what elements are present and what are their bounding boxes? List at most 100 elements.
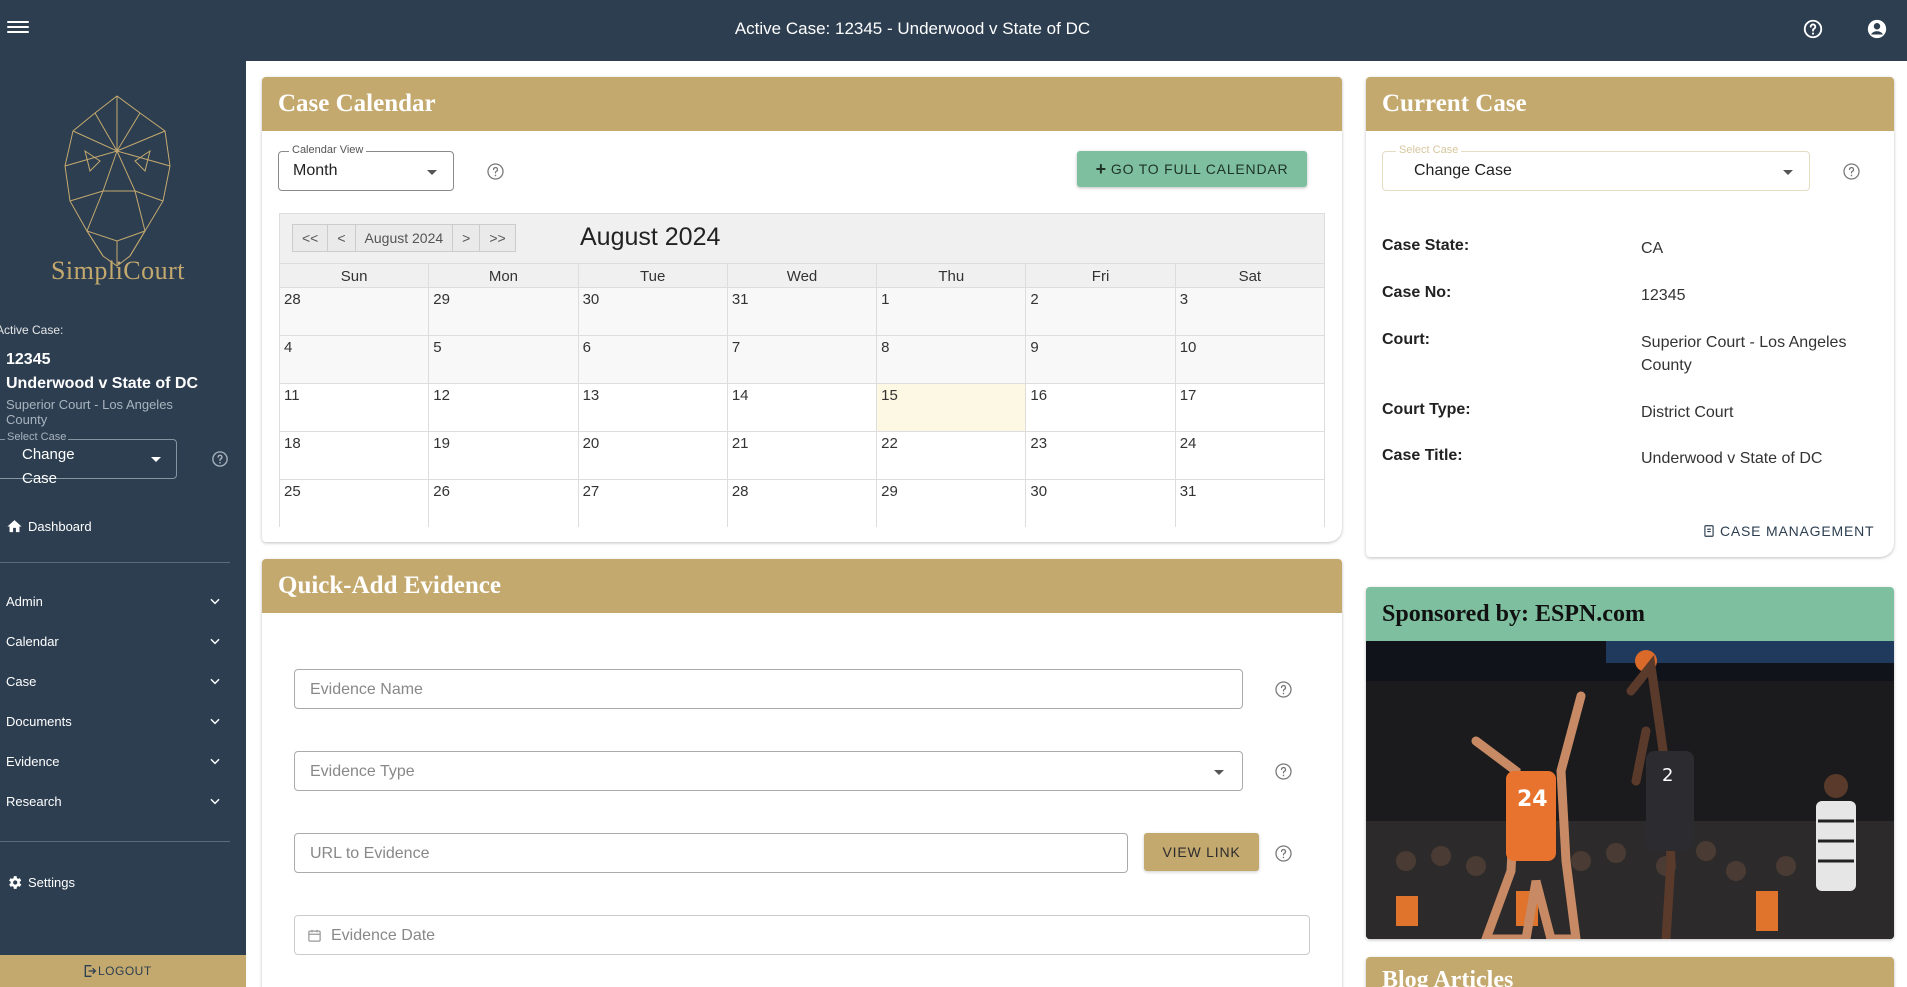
svg-text:2: 2 <box>1662 765 1673 786</box>
calendar-day-today[interactable]: 15 <box>876 384 1026 431</box>
calendar-day[interactable]: 12 <box>428 384 577 431</box>
calendar-day[interactable]: 25 <box>280 480 428 527</box>
calendar-day[interactable]: 3 <box>1174 288 1324 335</box>
weekday-header: Thu <box>876 264 1025 287</box>
prev-year-button[interactable]: << <box>292 224 329 252</box>
calendar-day[interactable]: 22 <box>876 432 1025 479</box>
calendar-day[interactable]: 31 <box>726 288 876 335</box>
caret-down-icon <box>1783 170 1793 175</box>
chevron-down-icon <box>210 598 220 605</box>
calendar-day[interactable]: 29 <box>876 480 1025 527</box>
sidebar-item-label: Case <box>6 673 37 689</box>
current-case-card: Current Case Select Case Change Case Cas… <box>1366 77 1894 557</box>
calendar-day[interactable]: 16 <box>1025 384 1174 431</box>
case-no-label: Case No: <box>1382 284 1452 301</box>
calendar-day[interactable]: 26 <box>428 480 577 527</box>
help-icon[interactable] <box>1802 18 1824 40</box>
sidebar-case-select[interactable]: Select Case Change Case <box>0 431 177 487</box>
evidence-name-input[interactable]: Evidence Name <box>294 669 1243 709</box>
case-no-value: 12345 <box>1641 287 1686 304</box>
home-icon <box>7 520 22 533</box>
evidence-type-select[interactable]: Evidence Type <box>294 751 1243 791</box>
chevron-down-icon <box>210 758 220 765</box>
account-circle-icon[interactable] <box>1866 18 1888 40</box>
sponsor-card: Sponsored by: ESPN.com 24 2 <box>1366 587 1894 939</box>
calendar-day[interactable]: 18 <box>280 432 428 479</box>
evidence-date-input[interactable]: Evidence Date <box>294 915 1310 955</box>
help-icon[interactable] <box>486 162 505 181</box>
calendar-day[interactable]: 17 <box>1174 384 1324 431</box>
calendar-day[interactable]: 28 <box>726 480 876 527</box>
sidebar-item-admin[interactable]: Admin <box>0 586 232 616</box>
active-case-court: Superior Court - Los Angeles County <box>6 397 173 427</box>
calendar-day[interactable]: 23 <box>1025 432 1174 479</box>
help-icon[interactable] <box>1274 762 1293 781</box>
sponsor-ad-image[interactable]: 24 2 <box>1366 641 1894 939</box>
calendar-day[interactable]: 13 <box>577 384 727 431</box>
case-management-button[interactable]: CASE MANAGEMENT <box>1702 523 1874 539</box>
calendar-day[interactable]: 5 <box>428 336 577 383</box>
logout-icon <box>84 965 97 977</box>
calendar-day[interactable]: 20 <box>577 432 727 479</box>
sidebar-item-evidence[interactable]: Evidence <box>0 746 232 776</box>
current-case-select[interactable]: Select Case Change Case <box>1382 144 1810 191</box>
active-case-number: 12345 <box>6 351 51 368</box>
sidebar-item-dashboard[interactable]: Dashboard <box>0 511 232 541</box>
evidence-url-input[interactable]: URL to Evidence <box>294 833 1128 873</box>
sidebar-item-label: Research <box>6 793 62 809</box>
calendar-day[interactable]: 1 <box>876 288 1025 335</box>
quick-add-evidence-title: Quick-Add Evidence <box>262 559 1342 613</box>
calendar-day[interactable]: 8 <box>876 336 1025 383</box>
calendar-day[interactable]: 14 <box>726 384 876 431</box>
calendar-day[interactable]: 28 <box>280 288 428 335</box>
chevron-down-icon <box>210 718 220 725</box>
help-icon[interactable] <box>1842 162 1861 181</box>
go-to-full-calendar-button[interactable]: + GO TO FULL CALENDAR <box>1077 151 1307 187</box>
calendar-day[interactable]: 11 <box>280 384 428 431</box>
sidebar-item-documents[interactable]: Documents <box>0 706 232 736</box>
evidence-type-placeholder: Evidence Type <box>310 763 415 780</box>
calendar-day[interactable]: 4 <box>280 336 428 383</box>
sidebar-item-calendar[interactable]: Calendar <box>0 626 232 656</box>
sidebar-item-label: Admin <box>6 593 43 609</box>
help-icon[interactable] <box>211 450 229 468</box>
current-month-button[interactable]: August 2024 <box>354 224 454 252</box>
calendar-view-select[interactable]: Calendar View Month <box>278 144 454 191</box>
sidebar-item-settings[interactable]: Settings <box>0 867 232 897</box>
prev-month-button[interactable]: < <box>327 224 356 252</box>
clipboard-icon <box>1704 525 1714 537</box>
blog-articles-title: Blog Articles <box>1366 957 1894 987</box>
calendar-day[interactable]: 29 <box>428 288 577 335</box>
help-icon[interactable] <box>1274 680 1293 699</box>
calendar-week-row: 4 5 6 7 8 9 10 <box>280 335 1324 383</box>
calendar-day[interactable]: 27 <box>577 480 727 527</box>
court-value: Superior Court - Los Angeles County <box>1641 334 1847 374</box>
calendar-day[interactable]: 19 <box>428 432 577 479</box>
next-year-button[interactable]: >> <box>479 224 516 252</box>
sidebar-item-research[interactable]: Research <box>0 786 232 816</box>
case-calendar-card: Case Calendar Calendar View Month + GO T… <box>262 77 1342 542</box>
calendar-week-row: 25 26 27 28 29 30 31 <box>280 479 1324 527</box>
blog-articles-card: Blog Articles <box>1366 957 1894 987</box>
view-link-button[interactable]: VIEW LINK <box>1144 833 1259 871</box>
calendar-day[interactable]: 31 <box>1174 480 1324 527</box>
sidebar-footer: LOGOUT <box>0 955 246 987</box>
basketball-photo-icon: 24 2 <box>1366 641 1894 939</box>
calendar-icon <box>308 929 321 942</box>
logout-button[interactable]: LOGOUT <box>82 963 152 979</box>
calendar-day[interactable]: 21 <box>726 432 876 479</box>
calendar-day[interactable]: 30 <box>1025 480 1174 527</box>
calendar-day[interactable]: 6 <box>577 336 727 383</box>
court-label: Court: <box>1382 331 1430 348</box>
active-case-title: Active Case: 12345 - Underwood v State o… <box>734 19 1091 38</box>
sidebar-item-case[interactable]: Case <box>0 666 232 696</box>
calendar-day[interactable]: 2 <box>1025 288 1174 335</box>
help-icon[interactable] <box>1274 844 1293 863</box>
calendar-day[interactable]: 30 <box>577 288 727 335</box>
calendar-day[interactable]: 9 <box>1025 336 1174 383</box>
calendar-day[interactable]: 7 <box>726 336 876 383</box>
calendar-day[interactable]: 10 <box>1174 336 1324 383</box>
next-month-button[interactable]: > <box>452 224 481 252</box>
calendar-day[interactable]: 24 <box>1174 432 1324 479</box>
chevron-down-icon <box>210 678 220 685</box>
